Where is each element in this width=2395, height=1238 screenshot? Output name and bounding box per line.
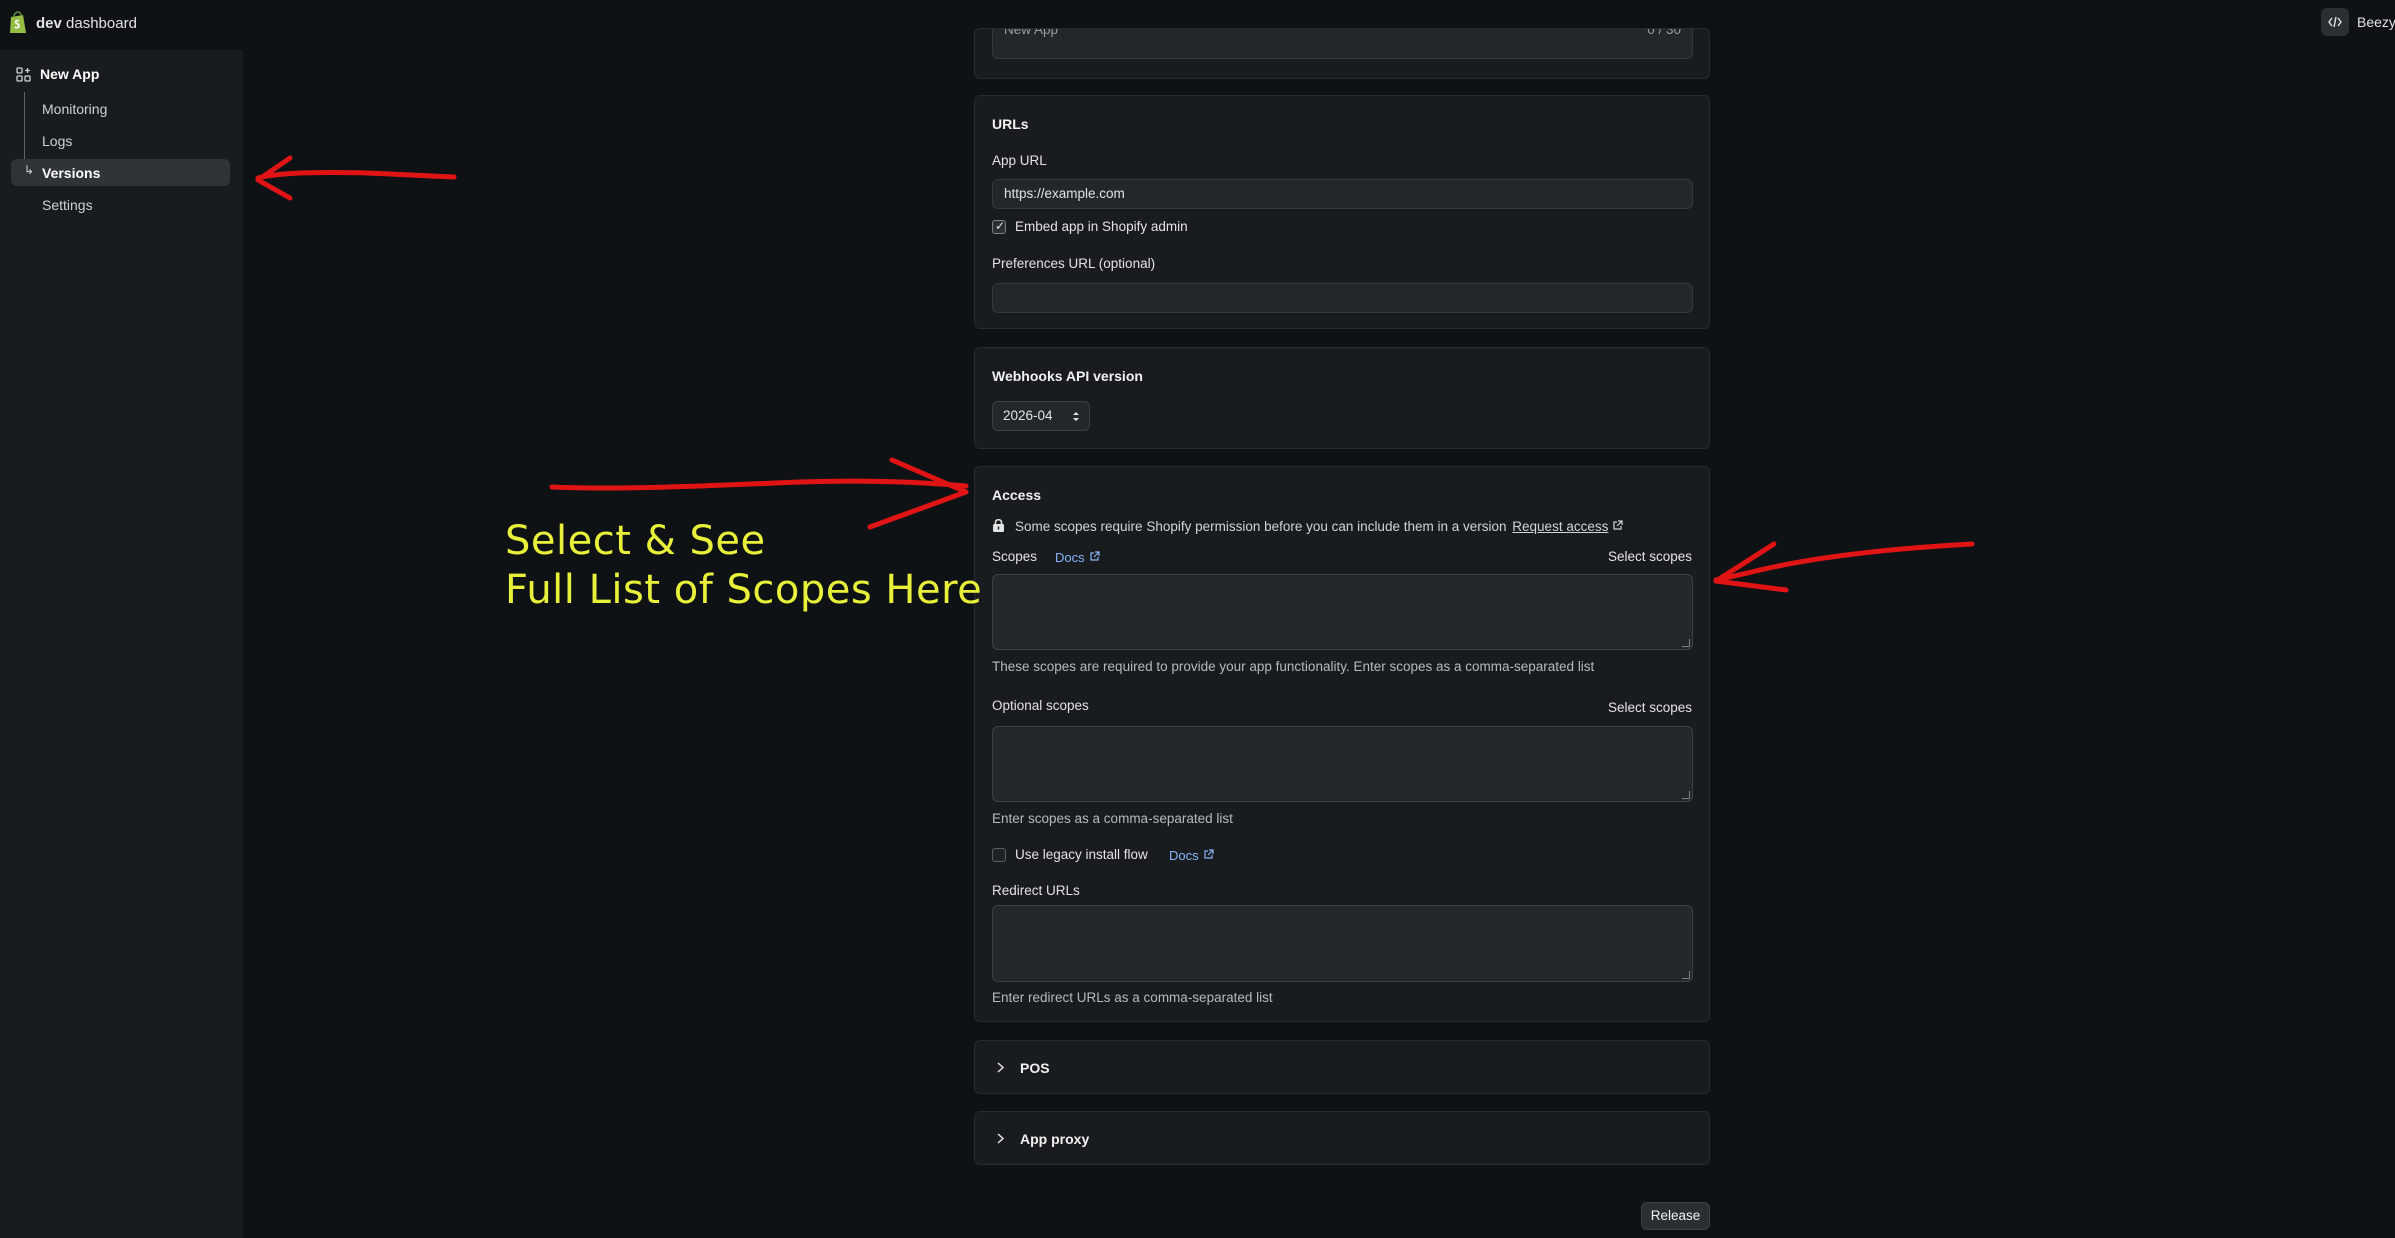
arrow-to-access [549, 478, 969, 491]
arrow-to-versions-head [255, 155, 293, 201]
arrow-to-scopes [1713, 541, 1975, 583]
annotation-arrows [255, 155, 1975, 593]
arrow-to-access-head [867, 457, 969, 530]
arrow-to-versions [255, 169, 457, 181]
